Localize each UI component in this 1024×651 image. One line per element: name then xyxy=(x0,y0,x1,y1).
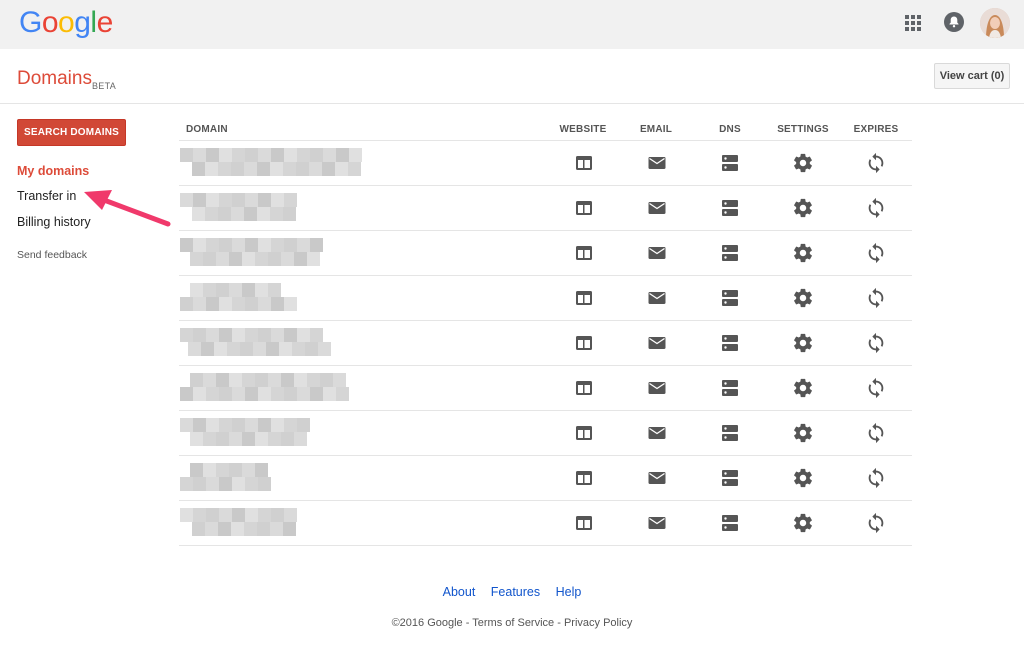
settings-icon[interactable] xyxy=(792,242,814,264)
domain-name-obscured[interactable] xyxy=(180,238,375,268)
website-icon[interactable] xyxy=(573,152,595,174)
privacy-policy-link[interactable]: Privacy Policy xyxy=(564,617,632,629)
table-row[interactable] xyxy=(179,231,912,276)
expires-renew-icon[interactable] xyxy=(865,512,887,534)
dns-icon[interactable] xyxy=(719,287,741,309)
footer-copyright: ©2016 Google - Terms of Service - Privac… xyxy=(391,617,633,629)
top-bar: Google xyxy=(0,0,1024,49)
view-cart-button[interactable]: View cart (0) xyxy=(934,63,1010,89)
expires-renew-icon[interactable] xyxy=(865,287,887,309)
dns-icon[interactable] xyxy=(719,332,741,354)
google-logo[interactable]: Google xyxy=(19,6,113,40)
domain-name-obscured[interactable] xyxy=(180,148,375,178)
dns-icon[interactable] xyxy=(719,197,741,219)
settings-icon[interactable] xyxy=(792,152,814,174)
domain-name-obscured[interactable] xyxy=(180,508,375,538)
dns-icon[interactable] xyxy=(719,512,741,534)
sidebar-item-my-domains[interactable]: My domains xyxy=(17,164,89,178)
send-feedback-link[interactable]: Send feedback xyxy=(17,249,87,261)
expires-renew-icon[interactable] xyxy=(865,422,887,444)
column-header-website: WEBSITE xyxy=(559,124,607,135)
table-row[interactable] xyxy=(179,141,912,186)
domains-header: Domains BETA View cart (0) xyxy=(0,49,1024,104)
column-header-dns: DNS xyxy=(719,124,741,135)
domain-name-obscured[interactable] xyxy=(180,373,375,403)
settings-icon[interactable] xyxy=(792,467,814,489)
sidebar-item-transfer-in[interactable]: Transfer in xyxy=(17,189,76,203)
expires-renew-icon[interactable] xyxy=(865,332,887,354)
email-icon[interactable] xyxy=(646,242,668,264)
expires-renew-icon[interactable] xyxy=(865,152,887,174)
apps-grid-icon[interactable] xyxy=(905,15,921,31)
footer-link-help[interactable]: Help xyxy=(556,585,582,599)
annotation-arrow xyxy=(84,190,171,227)
expires-renew-icon[interactable] xyxy=(865,242,887,264)
email-icon[interactable] xyxy=(646,512,668,534)
table-row[interactable] xyxy=(179,186,912,231)
settings-icon[interactable] xyxy=(792,377,814,399)
column-header-domain: DOMAIN xyxy=(186,124,228,135)
email-icon[interactable] xyxy=(646,197,668,219)
copyright-text: ©2016 Google xyxy=(391,617,463,629)
notifications-bell-icon[interactable] xyxy=(944,12,964,32)
website-icon[interactable] xyxy=(573,467,595,489)
dns-icon[interactable] xyxy=(719,422,741,444)
domain-name-obscured[interactable] xyxy=(180,193,375,223)
dns-icon[interactable] xyxy=(719,377,741,399)
email-icon[interactable] xyxy=(646,332,668,354)
user-avatar[interactable] xyxy=(980,8,1010,38)
footer-link-about[interactable]: About xyxy=(443,585,476,599)
table-row[interactable] xyxy=(179,321,912,366)
website-icon[interactable] xyxy=(573,287,595,309)
website-icon[interactable] xyxy=(573,377,595,399)
table-row[interactable] xyxy=(179,501,912,546)
settings-icon[interactable] xyxy=(792,422,814,444)
footer-link-features[interactable]: Features xyxy=(491,585,540,599)
domains-table: DOMAIN WEBSITE EMAIL DNS SETTINGS EXPIRE… xyxy=(179,118,912,546)
domains-table-body xyxy=(179,141,912,546)
settings-icon[interactable] xyxy=(792,512,814,534)
website-icon[interactable] xyxy=(573,197,595,219)
dns-icon[interactable] xyxy=(719,242,741,264)
email-icon[interactable] xyxy=(646,287,668,309)
expires-renew-icon[interactable] xyxy=(865,377,887,399)
settings-icon[interactable] xyxy=(792,287,814,309)
domain-name-obscured[interactable] xyxy=(180,463,375,493)
dns-icon[interactable] xyxy=(719,467,741,489)
column-header-expires: EXPIRES xyxy=(853,124,899,135)
table-row[interactable] xyxy=(179,276,912,321)
domain-name-obscured[interactable] xyxy=(180,418,375,448)
settings-icon[interactable] xyxy=(792,197,814,219)
website-icon[interactable] xyxy=(573,422,595,444)
email-icon[interactable] xyxy=(646,422,668,444)
website-icon[interactable] xyxy=(573,332,595,354)
expires-renew-icon[interactable] xyxy=(865,467,887,489)
table-row[interactable] xyxy=(179,366,912,411)
domain-name-obscured[interactable] xyxy=(180,283,375,313)
column-header-email: EMAIL xyxy=(639,124,673,135)
settings-icon[interactable] xyxy=(792,332,814,354)
dns-icon[interactable] xyxy=(719,152,741,174)
website-icon[interactable] xyxy=(573,242,595,264)
terms-of-service-link[interactable]: Terms of Service xyxy=(472,617,554,629)
email-icon[interactable] xyxy=(646,467,668,489)
expires-renew-icon[interactable] xyxy=(865,197,887,219)
domain-name-obscured[interactable] xyxy=(180,328,375,358)
beta-badge: BETA xyxy=(92,81,117,91)
page-title: Domains xyxy=(17,68,92,89)
table-row[interactable] xyxy=(179,456,912,501)
table-header: DOMAIN WEBSITE EMAIL DNS SETTINGS EXPIRE… xyxy=(179,118,912,141)
search-domains-button[interactable]: SEARCH DOMAINS xyxy=(17,119,126,146)
email-icon[interactable] xyxy=(646,377,668,399)
table-row[interactable] xyxy=(179,411,912,456)
website-icon[interactable] xyxy=(573,512,595,534)
email-icon[interactable] xyxy=(646,152,668,174)
column-header-settings: SETTINGS xyxy=(777,124,829,135)
footer-links: About Features Help xyxy=(0,585,1024,599)
